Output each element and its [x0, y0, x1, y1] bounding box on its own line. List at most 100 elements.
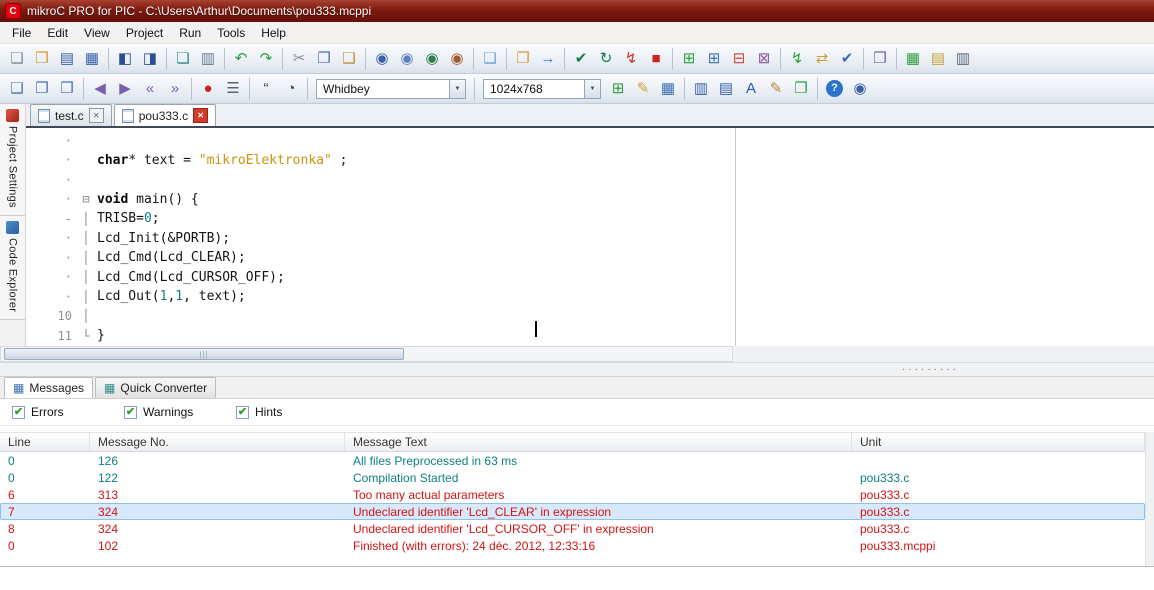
add-file-to-project-button[interactable]: ⊞: [702, 47, 726, 71]
display-grid-button[interactable]: ▦: [656, 77, 680, 101]
remove-file-from-project-button[interactable]: ⊟: [727, 47, 751, 71]
doc-tab-pou333-c[interactable]: pou333.c ✕: [113, 104, 217, 126]
font-settings-button[interactable]: A: [739, 77, 763, 101]
redo-button[interactable]: ↷: [254, 47, 278, 71]
uncomment-lines-button[interactable]: »: [163, 77, 187, 101]
column-header-message-no-[interactable]: Message No.: [90, 433, 345, 451]
title-bar: C mikroC PRO for PIC - C:\Users\Arthur\D…: [0, 0, 1154, 22]
menu-item-edit[interactable]: Edit: [39, 23, 76, 43]
show-code-explorer-button[interactable]: ❐: [30, 77, 54, 101]
column-header-line[interactable]: Line: [0, 433, 90, 451]
code-templates-button[interactable]: ◨: [138, 47, 162, 71]
style-combo[interactable]: Whidbey ▼: [316, 78, 466, 99]
program-mcu-button[interactable]: ↯: [785, 47, 809, 71]
record-macro-button[interactable]: ●: [196, 77, 220, 101]
message-row[interactable]: 6 313 Too many actual parameters pou333.c: [0, 486, 1145, 503]
edit-settings-button[interactable]: ✎: [764, 77, 788, 101]
verify-mcu-button[interactable]: ✔: [835, 47, 859, 71]
menu-item-tools[interactable]: Tools: [209, 23, 253, 43]
code-editor[interactable]: · · char* text = "mikroElektronka" ; · · ⊟ voi…: [26, 128, 1154, 346]
print-button[interactable]: ▥: [196, 47, 220, 71]
hints-checkbox[interactable]: ✔: [236, 405, 249, 419]
errors-checkbox[interactable]: ✔: [12, 405, 25, 419]
show-procedures-list-button[interactable]: ❑: [5, 77, 29, 101]
stopwatch-button[interactable]: ◔: [279, 77, 303, 101]
tab-messages[interactable]: ▦ Messages: [4, 377, 94, 398]
message-row[interactable]: 0 126 All files Preprocessed in 63 ms: [0, 452, 1145, 469]
show-breakpoints-button[interactable]: ▥: [689, 77, 713, 101]
sidebar-tab-code-explorer[interactable]: Code Explorer: [0, 215, 25, 321]
tab-quick-converter[interactable]: ▦ Quick Converter: [95, 377, 217, 398]
macros-list-button[interactable]: ☰: [221, 77, 245, 101]
save-all-button[interactable]: ▦: [80, 47, 104, 71]
build-and-program-button[interactable]: ↯: [619, 47, 643, 71]
fold-collapse-icon[interactable]: ⊟: [79, 193, 93, 205]
outdent-button[interactable]: ◀: [88, 77, 112, 101]
package-manager-button[interactable]: ❒: [868, 47, 892, 71]
toggle-comment-button[interactable]: “: [254, 77, 278, 101]
copy-button[interactable]: ❐: [312, 47, 336, 71]
close-tab-icon[interactable]: ✕: [193, 108, 209, 123]
read-mcu-button[interactable]: ⇄: [810, 47, 834, 71]
new-file-button[interactable]: ❏: [5, 47, 29, 71]
column-header-message-text[interactable]: Message Text: [345, 433, 852, 451]
help-icon: ?: [831, 82, 838, 94]
edit-display-button[interactable]: ✎: [631, 77, 655, 101]
chevron-down-icon[interactable]: ▼: [449, 79, 465, 98]
rebuild-all-button[interactable]: ↻: [594, 47, 618, 71]
sidebar-tab-project-settings[interactable]: Project Settings: [0, 104, 25, 216]
hscroll-thumb[interactable]: |||: [4, 348, 404, 360]
options-button[interactable]: ▤: [926, 47, 950, 71]
close-project-button[interactable]: ⊠: [752, 47, 776, 71]
build-project-button[interactable]: ✔: [569, 47, 593, 71]
print-preview-button[interactable]: ❏: [171, 47, 195, 71]
stop-build-button[interactable]: ■: [644, 47, 668, 71]
undo-button[interactable]: ↶: [229, 47, 253, 71]
find-button[interactable]: ◉: [370, 47, 394, 71]
new-project-button[interactable]: ⊞: [677, 47, 701, 71]
copy-rtf-button[interactable]: ❐: [511, 47, 535, 71]
toolbar-separator: [817, 77, 818, 100]
menu-item-run[interactable]: Run: [171, 23, 209, 43]
editor-hscrollbar[interactable]: |||: [0, 346, 733, 362]
window-layout-button[interactable]: ❐: [789, 77, 813, 101]
menu-item-file[interactable]: File: [4, 23, 39, 43]
fold-guide: │: [82, 250, 90, 265]
goto-line-button[interactable]: ❏: [478, 47, 502, 71]
replace-button[interactable]: ◉: [445, 47, 469, 71]
menu-item-view[interactable]: View: [76, 23, 118, 43]
message-row[interactable]: 8 324 Undeclared identifier 'Lcd_CURSOR_OF…: [0, 520, 1145, 537]
message-cell-text: Finished (with errors): 24 déc. 2012, 12…: [353, 538, 596, 553]
save-file-button[interactable]: ▤: [55, 47, 79, 71]
message-row[interactable]: 7 324 Undeclared identifier 'Lcd_CLEAR' in…: [0, 503, 1145, 520]
message-cell-no: 102: [98, 538, 119, 553]
indent-button[interactable]: ▶: [113, 77, 137, 101]
cut-button[interactable]: ✂: [287, 47, 311, 71]
message-row[interactable]: 0 122 Compilation Started pou333.c: [0, 469, 1145, 486]
menu-item-project[interactable]: Project: [118, 23, 171, 43]
find-in-files-button[interactable]: ◉: [420, 47, 444, 71]
statistics-button[interactable]: ▥: [951, 47, 975, 71]
show-watch-window-button[interactable]: ▤: [714, 77, 738, 101]
paste-button[interactable]: ❑: [337, 47, 361, 71]
help-button[interactable]: ?: [826, 80, 843, 97]
close-tab-icon[interactable]: ✕: [88, 108, 104, 123]
menu-item-help[interactable]: Help: [253, 23, 294, 43]
doc-tab-test-c[interactable]: test.c ✕: [30, 104, 112, 126]
show-project-manager-button[interactable]: ❒: [55, 77, 79, 101]
code-editor-button[interactable]: ◧: [113, 47, 137, 71]
resolution-combo[interactable]: 1024x768 ▼: [483, 78, 601, 99]
message-row[interactable]: 0 102 Finished (with errors): 24 déc. 2012…: [0, 537, 1145, 554]
panel-splitter[interactable]: ·········: [0, 362, 1154, 376]
add-display-button[interactable]: ⊞: [606, 77, 630, 101]
open-file-button[interactable]: ❒: [30, 47, 54, 71]
column-header-unit[interactable]: Unit: [852, 433, 1145, 451]
comment-lines-button[interactable]: «: [138, 77, 162, 101]
messages-vscrollbar[interactable]: [1145, 432, 1154, 566]
find-next-button[interactable]: ◉: [395, 47, 419, 71]
search-help-button[interactable]: ◉: [848, 77, 872, 101]
export-code-button[interactable]: →: [536, 47, 560, 71]
library-manager-button[interactable]: ▦: [901, 47, 925, 71]
warnings-checkbox[interactable]: ✔: [124, 405, 137, 419]
chevron-down-icon[interactable]: ▼: [584, 79, 600, 98]
